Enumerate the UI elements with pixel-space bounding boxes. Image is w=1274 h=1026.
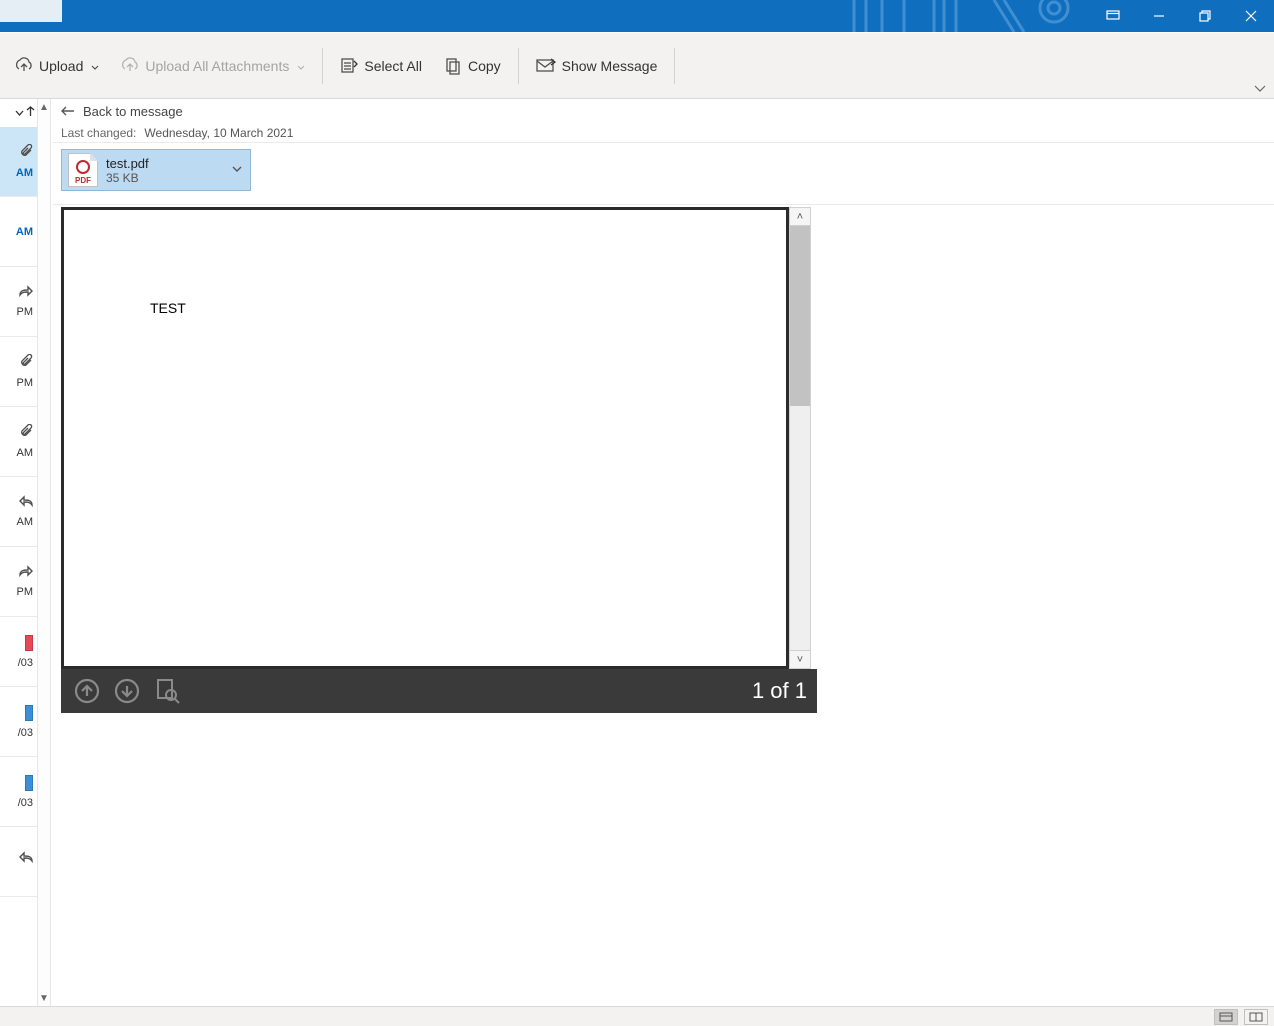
mail-list-item[interactable]: /03 [0, 757, 37, 827]
mail-time-fragment: PM [17, 377, 34, 389]
attachment-icon [19, 424, 33, 441]
collapse-ribbon-button[interactable] [1250, 82, 1270, 96]
mail-list-item[interactable]: AM [0, 477, 37, 547]
mail-time-fragment: /03 [18, 797, 33, 809]
back-label: Back to message [83, 104, 183, 119]
attachment-icon [19, 144, 33, 161]
mail-list-item[interactable]: PM [0, 267, 37, 337]
show-message-label: Show Message [562, 58, 658, 74]
pdf-scrollbar[interactable]: ˄ ˅ [789, 207, 811, 669]
view-normal-button[interactable] [1214, 1009, 1238, 1025]
forward-icon [19, 285, 33, 300]
pdf-body-text: TEST [150, 300, 186, 316]
maximize-button[interactable] [1182, 0, 1228, 32]
content-layout: AM AM PM PM AM AM PM/03/03/03 ▲ ▼ Back to mess… [0, 99, 1274, 1006]
upload-all-attachments-button: Upload All Attachments [112, 51, 314, 81]
mail-list-item[interactable]: AM [0, 407, 37, 477]
reply-icon [19, 851, 33, 866]
message-list-panel: AMAMPMPMAMAMPM/03/03/03 ▲ ▼ [0, 99, 38, 1006]
ribbon-separator [674, 48, 675, 84]
reply-icon [19, 495, 33, 510]
last-changed-row: Last changed: Wednesday, 10 March 2021 [53, 123, 1274, 143]
chevron-down-icon [297, 58, 305, 74]
mail-list-item[interactable]: PM [0, 337, 37, 407]
pdf-viewer: TEST ˄ ˅ [61, 207, 817, 713]
title-search-fragment [0, 0, 62, 22]
scroll-down-icon[interactable]: ▼ [38, 990, 50, 1006]
pdf-prev-page-button[interactable] [71, 675, 103, 707]
forward-icon [19, 565, 33, 580]
mail-list-item[interactable]: /03 [0, 687, 37, 757]
minimize-button[interactable] [1136, 0, 1182, 32]
attachments-ribbon: Upload Upload All Attachments Select All… [0, 32, 1274, 99]
mail-list-item[interactable]: PM [0, 547, 37, 617]
upload-label: Upload [39, 58, 83, 74]
mail-list-item[interactable]: AM [0, 127, 37, 197]
attachment-size: 35 KB [106, 171, 149, 185]
attachment-chip[interactable]: PDF test.pdf 35 KB [61, 149, 251, 191]
ribbon-separator [322, 48, 323, 84]
scroll-thumb[interactable] [790, 226, 810, 406]
attachment-preview-panel: Back to message Last changed: Wednesday,… [38, 99, 1274, 1006]
close-button[interactable] [1228, 0, 1274, 32]
pdf-toolbar: 1 of 1 [61, 669, 817, 713]
chevron-down-icon[interactable] [232, 161, 242, 179]
category-marker [25, 635, 33, 651]
window-controls [1090, 0, 1274, 32]
scroll-track[interactable] [790, 406, 810, 650]
chevron-down-icon[interactable] [15, 106, 24, 120]
status-bar [0, 1006, 1274, 1026]
ribbon-display-options-button[interactable] [1090, 0, 1136, 32]
back-to-message-link[interactable]: Back to message [53, 99, 1274, 123]
attachment-icon [19, 354, 33, 371]
scroll-down-icon[interactable]: ˅ [790, 650, 810, 668]
pdf-fit-page-button[interactable] [151, 675, 183, 707]
copy-button[interactable]: Copy [435, 51, 510, 81]
mail-time-fragment: PM [17, 306, 34, 318]
divider [53, 197, 1274, 205]
ribbon-separator [518, 48, 519, 84]
pdf-file-icon: PDF [68, 153, 98, 187]
last-changed-label: Last changed: [61, 126, 136, 140]
mail-time-fragment: PM [17, 586, 34, 598]
scroll-up-icon[interactable]: ˄ [790, 208, 810, 226]
select-all-label: Select All [364, 58, 422, 74]
category-marker [25, 705, 33, 721]
scroll-up-icon[interactable]: ▲ [38, 99, 50, 115]
mail-list-item[interactable]: /03 [0, 617, 37, 687]
pdf-next-page-button[interactable] [111, 675, 143, 707]
show-message-button[interactable]: Show Message [527, 51, 667, 81]
upload-button[interactable]: Upload [6, 51, 108, 81]
mail-time-fragment: AM [17, 447, 34, 459]
select-all-button[interactable]: Select All [331, 51, 431, 81]
attachment-info: test.pdf 35 KB [106, 156, 149, 185]
mail-list-item[interactable]: AM [0, 197, 37, 267]
message-list-scrollbar[interactable]: ▲ ▼ [37, 99, 51, 1006]
mail-time-fragment: /03 [18, 657, 33, 669]
mail-list-item[interactable] [0, 827, 37, 897]
copy-label: Copy [468, 58, 501, 74]
mail-time-fragment: /03 [18, 727, 33, 739]
chevron-down-icon [91, 58, 99, 74]
arrow-left-icon [61, 104, 75, 119]
mail-time-fragment: AM [16, 226, 33, 238]
mail-time-fragment: AM [16, 167, 33, 179]
last-changed-value: Wednesday, 10 March 2021 [144, 126, 293, 140]
pdf-page: TEST [61, 207, 789, 669]
window-titlebar [0, 0, 1274, 32]
view-reading-button[interactable] [1244, 1009, 1268, 1025]
category-marker [25, 775, 33, 791]
pdf-page-indicator: 1 of 1 [752, 678, 807, 704]
scroll-track[interactable] [38, 115, 50, 990]
attachment-filename: test.pdf [106, 156, 149, 171]
arrow-up-icon[interactable] [26, 106, 35, 120]
upload-all-label: Upload All Attachments [145, 58, 289, 74]
list-header [0, 99, 37, 127]
mail-time-fragment: AM [17, 516, 34, 528]
